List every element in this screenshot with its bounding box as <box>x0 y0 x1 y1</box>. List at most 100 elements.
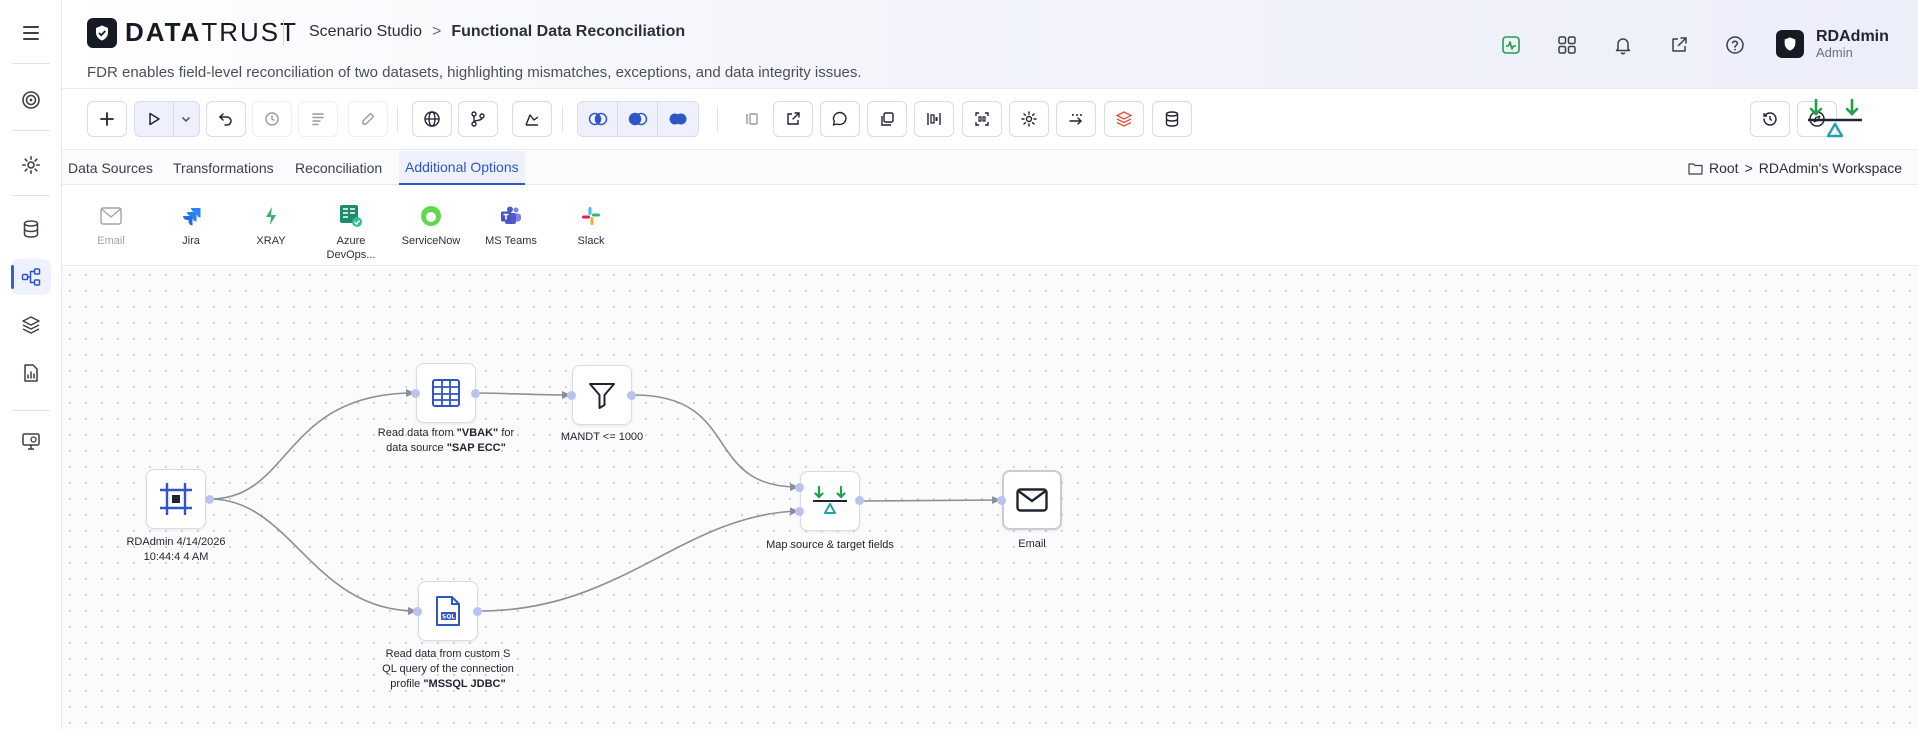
tab-data-sources[interactable]: Data Sources <box>62 151 159 185</box>
workspace-separator: > <box>1744 160 1753 176</box>
document-list-button[interactable] <box>298 101 338 137</box>
copy-button[interactable] <box>867 101 907 137</box>
export-button[interactable] <box>773 101 813 137</box>
user-role: Admin <box>1816 45 1853 60</box>
run-split-button <box>134 101 200 137</box>
comment-button[interactable] <box>820 101 860 137</box>
integration-slack[interactable]: Slack <box>553 204 629 248</box>
filter-input-port[interactable] <box>567 391 576 400</box>
email-input-port[interactable] <box>997 496 1006 505</box>
workspace-name: RDAdmin's Workspace <box>1758 160 1902 176</box>
integration-jira[interactable]: Jira <box>153 204 229 248</box>
sap-output-port[interactable] <box>471 389 480 398</box>
sap-input-port[interactable] <box>411 389 420 398</box>
rail-divider <box>12 410 50 411</box>
rail-divider <box>12 195 50 196</box>
join-left-icon[interactable] <box>578 102 618 136</box>
shield-logo-icon <box>87 17 117 48</box>
toolbar-divider <box>562 106 563 132</box>
apps-grid-icon[interactable] <box>1550 30 1584 60</box>
workspace-root: Root <box>1709 160 1739 176</box>
sql-source-node[interactable]: SQL <box>418 581 478 641</box>
integration-azure-devops[interactable]: Azure DevOps... <box>313 204 389 262</box>
filter-node[interactable] <box>572 365 632 425</box>
workspace-breadcrumb[interactable]: Root > RDAdmin's Workspace <box>1688 160 1902 176</box>
scan-button[interactable] <box>962 101 1002 137</box>
filter-funnel-icon <box>589 383 615 409</box>
mail-icon <box>1016 488 1048 512</box>
help-icon[interactable] <box>1718 30 1752 60</box>
filter-output-port[interactable] <box>627 391 636 400</box>
sql-output-port[interactable] <box>473 607 482 616</box>
sql-file-icon: SQL <box>436 596 460 626</box>
rail-monitor-icon[interactable] <box>11 423 51 459</box>
tab-transformations[interactable]: Transformations <box>167 151 280 185</box>
restore-button[interactable] <box>1750 101 1790 137</box>
integration-email[interactable]: Email <box>73 204 149 248</box>
bell-icon[interactable] <box>1606 30 1640 60</box>
history-button[interactable] <box>252 101 292 137</box>
start-output-port[interactable] <box>205 495 214 504</box>
run-button[interactable] <box>135 102 174 136</box>
azure-devops-icon <box>339 204 363 228</box>
join-full-icon[interactable] <box>658 102 698 136</box>
integration-servicenow[interactable]: ServiceNow <box>393 204 469 248</box>
panel-left-button[interactable] <box>732 101 772 137</box>
globe-button[interactable] <box>412 101 452 137</box>
toolbar-divider <box>717 106 718 132</box>
reconcile-input-port-source[interactable] <box>795 483 804 492</box>
user-name: RDAdmin <box>1816 28 1889 45</box>
rail-report-icon[interactable] <box>11 355 51 391</box>
balance-scale-icon <box>813 485 847 514</box>
sap-source-node[interactable] <box>416 363 476 423</box>
reconcile-node-label: Map source & target fields <box>766 539 894 551</box>
activity-icon[interactable] <box>1494 30 1528 60</box>
start-frame-icon <box>160 483 192 515</box>
breadcrumb-parent[interactable]: Scenario Studio <box>309 23 422 41</box>
email-node[interactable] <box>1002 470 1062 530</box>
reconcile-input-port-target[interactable] <box>795 507 804 516</box>
gear-settings-button[interactable] <box>1009 101 1049 137</box>
slack-icon <box>579 204 603 228</box>
chart-transform-button[interactable] <box>512 101 552 137</box>
rail-settings-icon[interactable] <box>11 147 51 183</box>
tab-additional-options[interactable]: Additional Options <box>399 151 525 185</box>
rail-target-icon[interactable] <box>11 82 51 118</box>
header-divider <box>283 20 284 46</box>
mail-icon <box>99 204 123 228</box>
page-title: Functional Data Reconciliation <box>451 23 686 40</box>
rail-database-icon[interactable] <box>11 211 51 247</box>
brand-logo[interactable]: DATATRUST <box>87 17 298 48</box>
transform-arrow-button[interactable] <box>1056 101 1096 137</box>
integration-xray[interactable]: XRAY <box>233 204 309 248</box>
reconcile-output-port[interactable] <box>855 496 864 505</box>
database-button[interactable] <box>1152 101 1192 137</box>
add-button[interactable] <box>87 101 127 137</box>
join-inner-icon[interactable] <box>618 102 658 136</box>
external-link-icon[interactable] <box>1662 30 1696 60</box>
branch-button[interactable] <box>458 101 498 137</box>
page-subtitle: FDR enables field-level reconciliation o… <box>87 64 862 81</box>
undo-button[interactable] <box>206 101 246 137</box>
reconcile-node[interactable] <box>800 471 860 531</box>
reconciliation-balance-icon[interactable] <box>1806 98 1864 142</box>
rail-divider <box>12 130 50 131</box>
tab-reconciliation[interactable]: Reconciliation <box>289 151 388 185</box>
breadcrumb: Scenario Studio > Functional Data Reconc… <box>309 23 685 41</box>
databricks-button[interactable] <box>1104 101 1144 137</box>
start-node[interactable] <box>146 469 206 529</box>
breadcrumb-separator: > <box>431 23 442 40</box>
edit-button[interactable] <box>348 101 388 137</box>
user-menu[interactable]: RDAdmin Admin <box>1776 28 1889 60</box>
sql-input-port[interactable] <box>413 607 422 616</box>
align-button[interactable] <box>914 101 954 137</box>
rail-layers-icon[interactable] <box>11 307 51 343</box>
run-options-chevron-down-icon[interactable] <box>173 102 199 136</box>
filter-node-label: MANDT <= 1000 <box>560 431 644 443</box>
rail-workflow-icon[interactable] <box>11 259 51 295</box>
rail-divider <box>12 63 50 64</box>
integrations-panel: Email Jira XRAY Azure DevOps... ServiceN… <box>62 186 1918 266</box>
integration-ms-teams[interactable]: MS Teams <box>473 204 549 248</box>
hamburger-menu-icon[interactable] <box>19 22 43 46</box>
workflow-canvas[interactable]: RDAdmin 4/14/2026 10:44:4 4 AM Read data… <box>62 267 1918 729</box>
